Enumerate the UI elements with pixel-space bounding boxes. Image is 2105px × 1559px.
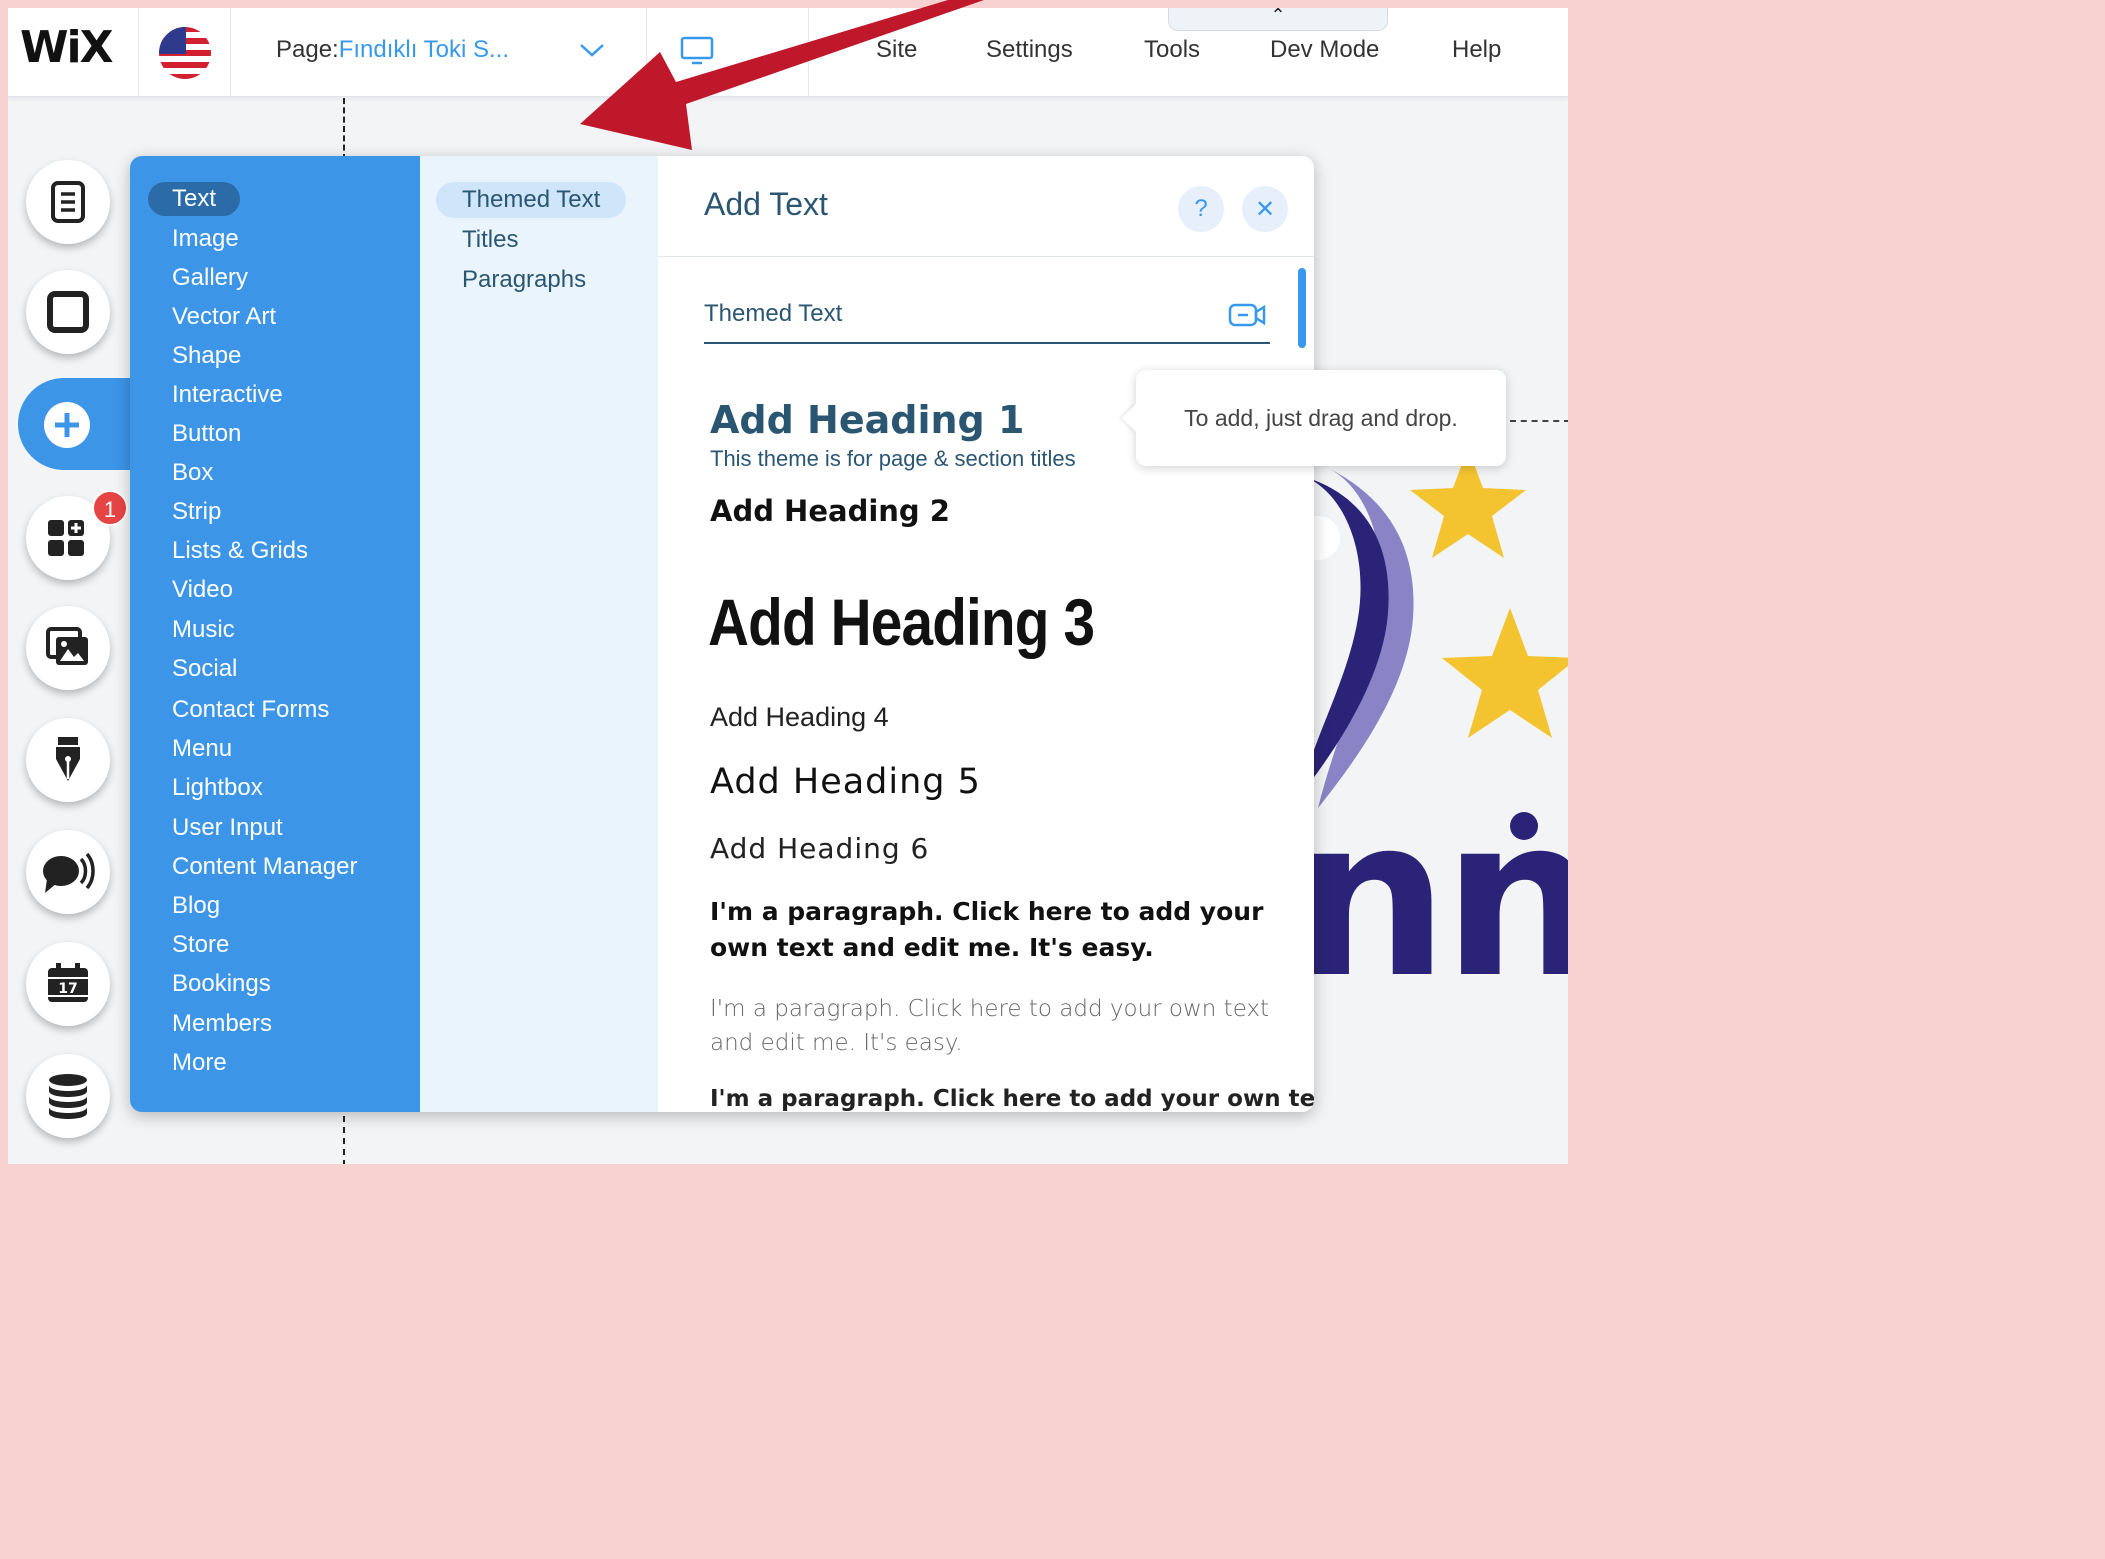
section-underline: [704, 342, 1270, 344]
category-lists-grids[interactable]: Lists & Grids: [148, 534, 332, 568]
app-market-icon: [48, 520, 84, 556]
heading4-preset[interactable]: Add Heading 4: [710, 702, 889, 733]
calendar-icon: 17: [48, 963, 88, 1002]
category-image[interactable]: Image: [148, 222, 263, 256]
subcategory-paragraphs[interactable]: Paragraphs: [436, 262, 612, 298]
bookings-button[interactable]: 17: [26, 942, 110, 1026]
category-strip[interactable]: Strip: [148, 495, 245, 529]
category-members[interactable]: Members: [148, 1007, 296, 1041]
category-box[interactable]: Box: [148, 456, 237, 490]
media-icon: [46, 627, 88, 665]
category-video[interactable]: Video: [148, 573, 257, 607]
add-text-content: Add Text ? ✕ Themed Text Add Heading 1 T…: [658, 156, 1314, 1112]
annotation-arrow: [580, 0, 984, 150]
background-icon: [47, 291, 89, 333]
heading5-preset[interactable]: Add Heading 5: [710, 762, 981, 802]
category-user-input[interactable]: User Input: [148, 811, 307, 845]
category-store[interactable]: Store: [148, 928, 253, 962]
category-button[interactable]: Button: [148, 417, 265, 451]
drag-drop-tooltip: To add, just drag and drop.: [1136, 370, 1506, 466]
heading2-preset[interactable]: Add Heading 2: [710, 494, 950, 528]
category-menu[interactable]: Menu: [148, 732, 256, 766]
pen-icon: [56, 737, 80, 781]
paragraph1-preset[interactable]: I'm a paragraph. Click here to add your …: [710, 894, 1310, 966]
category-social[interactable]: Social: [148, 652, 261, 686]
category-gallery[interactable]: Gallery: [148, 261, 272, 295]
video-tutorial-icon[interactable]: [1228, 300, 1266, 330]
header-divider: [658, 256, 1314, 257]
scrollbar[interactable]: [1298, 268, 1306, 348]
chat-button[interactable]: [26, 830, 110, 914]
category-blog[interactable]: Blog: [148, 889, 244, 923]
add-icon: [44, 402, 90, 448]
heading3-preset[interactable]: Add Heading 3: [708, 584, 1095, 660]
category-list: Text Image Gallery Vector Art Shape Inte…: [130, 156, 420, 1112]
background-button[interactable]: [26, 270, 110, 354]
chat-icon: [43, 852, 95, 893]
section-label: Themed Text: [704, 300, 843, 327]
heading1-description: This theme is for page & section titles: [710, 446, 1076, 471]
paragraph3-preset[interactable]: I'm a paragraph. Click here to add your …: [710, 1084, 1314, 1112]
ruler-guide-right: [1510, 420, 1568, 422]
category-lightbox[interactable]: Lightbox: [148, 771, 287, 805]
site-logo-dot: [1510, 812, 1538, 840]
media-button[interactable]: [26, 606, 110, 690]
category-contact-forms[interactable]: Contact Forms: [148, 693, 353, 727]
site-logo-graphic: [1296, 448, 1568, 808]
category-interactive[interactable]: Interactive: [148, 378, 307, 412]
database-icon: [49, 1074, 87, 1119]
category-content-manager[interactable]: Content Manager: [148, 850, 381, 884]
svg-text:17: 17: [58, 981, 77, 997]
add-panel: Text Image Gallery Vector Art Shape Inte…: [130, 156, 1314, 1112]
heading1-preset[interactable]: Add Heading 1: [710, 398, 1024, 442]
category-music[interactable]: Music: [148, 613, 259, 647]
heading6-preset[interactable]: Add Heading 6: [710, 832, 929, 865]
ruler-guide-bottom: [343, 1116, 345, 1164]
paragraph2-preset[interactable]: I'm a paragraph. Click here to add your …: [710, 992, 1300, 1060]
subcategory-list: Themed Text Titles Paragraphs: [420, 156, 658, 1112]
category-shape[interactable]: Shape: [148, 339, 265, 373]
add-button[interactable]: [30, 388, 104, 462]
subcategory-titles[interactable]: Titles: [436, 222, 544, 258]
database-button[interactable]: [26, 1054, 110, 1138]
notification-badge: 1: [92, 490, 128, 526]
blog-button[interactable]: [26, 718, 110, 802]
category-bookings[interactable]: Bookings: [148, 967, 295, 1001]
category-vector-art[interactable]: Vector Art: [148, 300, 300, 334]
category-more[interactable]: More: [148, 1046, 251, 1080]
